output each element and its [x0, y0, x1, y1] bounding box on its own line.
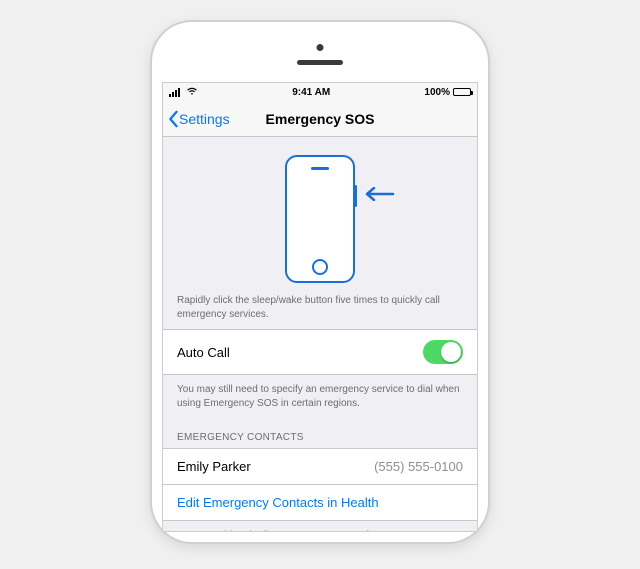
contacts-footer: You can add and edit emergency contacts … — [163, 521, 477, 532]
battery-percent: 100% — [424, 87, 450, 98]
instruction-graphic: Rapidly click the sleep/wake button five… — [163, 137, 477, 329]
screen: 9:41 AM 100% Settings Emergency SOS — [162, 82, 478, 532]
phone-outline-icon — [285, 155, 355, 283]
contact-name: Emily Parker — [177, 459, 251, 474]
contacts-group: Emily Parker (555) 555-0100 Edit Emergen… — [163, 448, 477, 521]
status-bar: 9:41 AM 100% — [163, 83, 477, 101]
edit-contacts-label: Edit Emergency Contacts in Health — [177, 495, 379, 510]
auto-call-row[interactable]: Auto Call — [163, 329, 477, 375]
back-label: Settings — [179, 111, 230, 127]
contact-row[interactable]: Emily Parker (555) 555-0100 — [163, 449, 477, 485]
clock: 9:41 AM — [292, 87, 330, 98]
phone-illustration — [285, 155, 355, 283]
status-left — [169, 86, 198, 99]
back-button[interactable]: Settings — [163, 110, 230, 128]
arrow-left-icon — [365, 187, 395, 204]
status-right: 100% — [424, 87, 471, 98]
earpiece-speaker — [297, 60, 343, 65]
device-bezel-top — [162, 32, 478, 82]
contacts-footer-text: You can add and edit emergency contacts … — [177, 530, 455, 532]
signal-icon — [169, 88, 180, 97]
auto-call-switch[interactable] — [423, 340, 463, 364]
contacts-header: EMERGENCY CONTACTS — [163, 418, 477, 448]
front-camera — [317, 44, 324, 51]
nav-bar: Settings Emergency SOS — [163, 101, 477, 137]
auto-call-label: Auto Call — [177, 345, 230, 360]
contact-phone: (555) 555-0100 — [374, 459, 463, 474]
content: Rapidly click the sleep/wake button five… — [163, 137, 477, 532]
auto-call-footer: You may still need to specify an emergen… — [163, 375, 477, 418]
iphone-device-frame: 9:41 AM 100% Settings Emergency SOS — [150, 20, 490, 544]
battery-icon — [453, 88, 471, 96]
chevron-left-icon — [167, 110, 179, 128]
wifi-icon — [186, 86, 198, 99]
edit-contacts-button[interactable]: Edit Emergency Contacts in Health — [163, 485, 477, 520]
instruction-text: Rapidly click the sleep/wake button five… — [163, 286, 477, 329]
sleep-wake-button-icon — [354, 185, 357, 207]
